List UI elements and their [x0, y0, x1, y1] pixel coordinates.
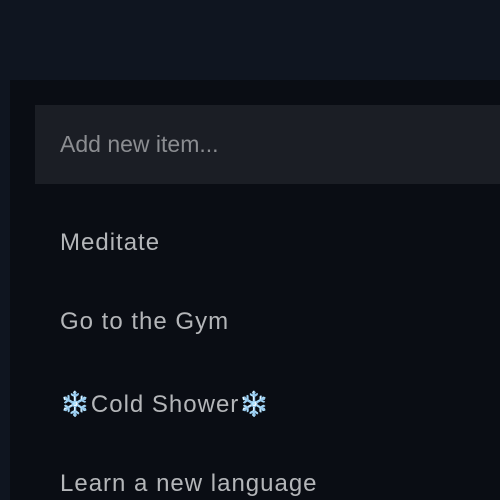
item-label: Learn a new language	[60, 470, 318, 497]
list-item[interactable]: Go to the Gym	[60, 302, 229, 342]
app-window: Meditate Go to the Gym ❄️Cold Shower❄️ L…	[0, 0, 500, 500]
item-label: Go to the Gym	[60, 308, 230, 335]
list-item[interactable]: ❄️Cold Shower❄️	[60, 385, 270, 425]
snowflake-icon: ❄️	[239, 391, 271, 418]
item-label: Cold Shower	[90, 391, 240, 418]
todo-panel: Meditate Go to the Gym ❄️Cold Shower❄️ L…	[10, 80, 500, 500]
item-label: Meditate	[60, 229, 161, 256]
todo-list: Meditate Go to the Gym ❄️Cold Shower❄️ L…	[10, 80, 500, 500]
list-item[interactable]: Learn a new language	[60, 464, 318, 500]
snowflake-icon: ❄️	[60, 391, 91, 418]
list-item[interactable]: Meditate	[60, 223, 160, 263]
